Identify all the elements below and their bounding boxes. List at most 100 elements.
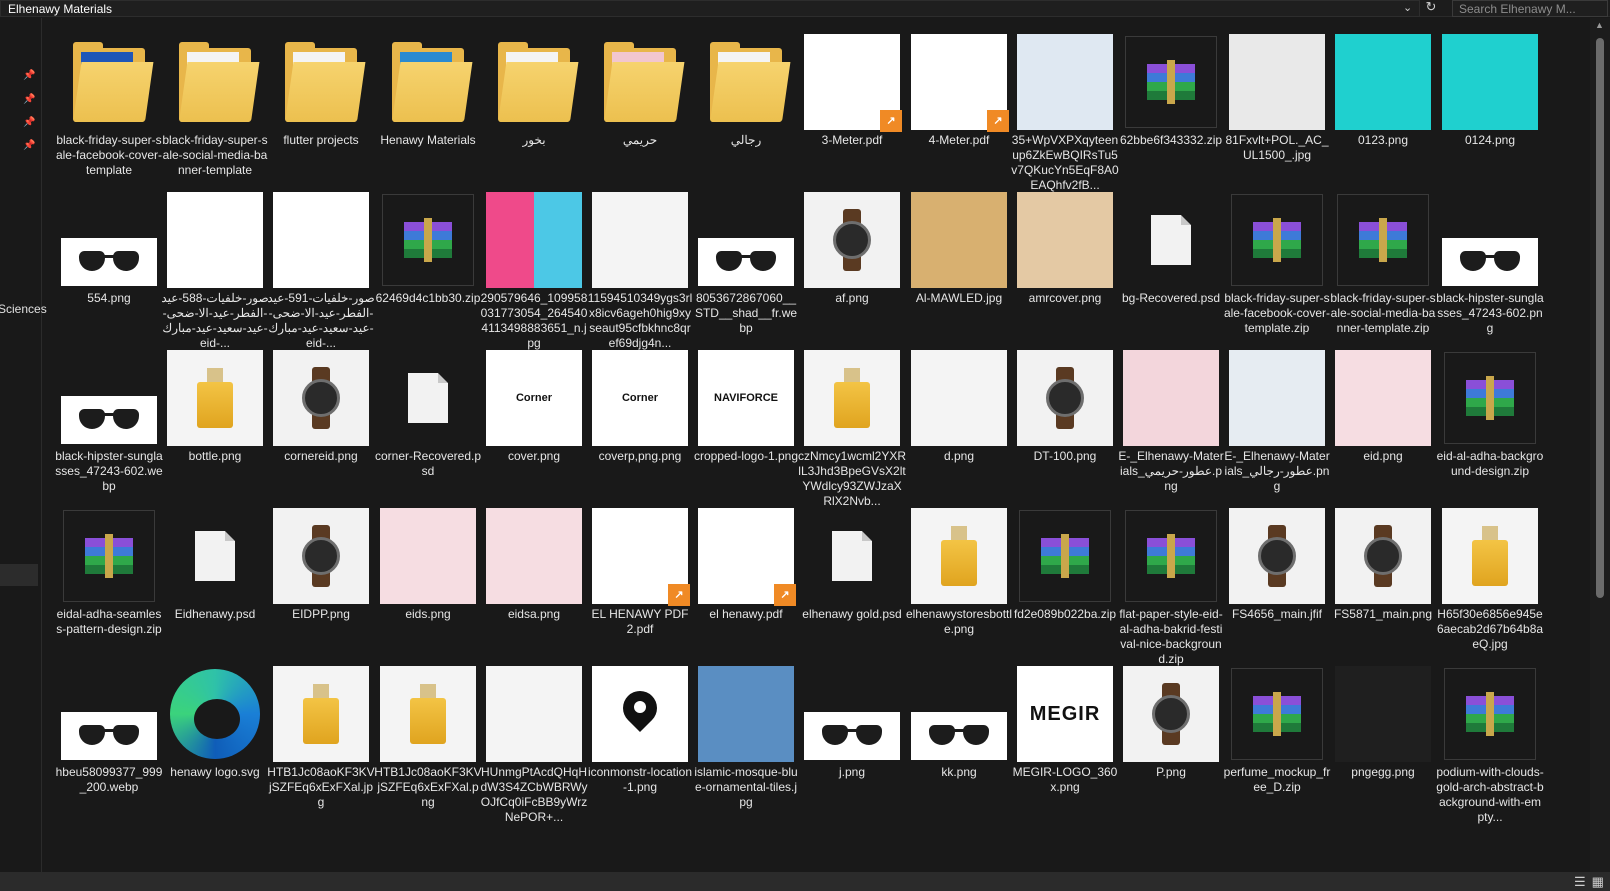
- file-item[interactable]: 11594510349ygs3rlx8icv6ageh0hig9xyseaut9…: [586, 188, 694, 350]
- file-item[interactable]: eidal-adha-seamless-pattern-design.zip: [55, 504, 163, 664]
- file-item[interactable]: HTB1Jc08aoKF3KVjSZFEq6xExFXal.jpg: [267, 662, 375, 822]
- archive-frame: [1444, 668, 1536, 760]
- file-item[interactable]: henawy logo.svg: [161, 662, 269, 822]
- file-item[interactable]: Al-MAWLED.jpg: [905, 188, 1013, 348]
- file-item[interactable]: ↗ 3-Meter.pdf: [798, 30, 906, 190]
- nav-item-sciences[interactable]: Sciences: [0, 302, 47, 316]
- file-item[interactable]: Corner coverp,png.png: [586, 346, 694, 506]
- file-item[interactable]: بخور: [480, 30, 588, 190]
- file-item[interactable]: DT-100.png: [1011, 346, 1119, 506]
- address-bar[interactable]: Elhenawy Materials ⌄: [0, 0, 1420, 17]
- sunglasses-image: [1460, 251, 1520, 273]
- file-item[interactable]: black-hipster-sunglasses_47243-602.webp: [55, 346, 163, 506]
- file-item[interactable]: pngegg.png: [1329, 662, 1437, 822]
- chevron-down-icon[interactable]: ⌄: [1403, 1, 1412, 14]
- file-item[interactable]: MEGIR MEGIR-LOGO_360x.png: [1011, 662, 1119, 822]
- scroll-up-icon[interactable]: ▲: [1595, 20, 1604, 30]
- file-item[interactable]: 8053672867060__STD__shad__fr.webp: [692, 188, 800, 348]
- file-item[interactable]: eid.png: [1329, 346, 1437, 506]
- vertical-scrollbar[interactable]: ▲: [1590, 18, 1610, 872]
- folder-front: [179, 62, 260, 122]
- file-item[interactable]: ↗ 4-Meter.pdf: [905, 30, 1013, 190]
- file-item[interactable]: j.png: [798, 662, 906, 822]
- file-item[interactable]: Corner cover.png: [480, 346, 588, 506]
- file-item[interactable]: czNmcy1wcml2YXRlL3Jhd3BpeGVsX2ltYWdlcy93…: [798, 346, 906, 508]
- sunglasses-image: [822, 725, 882, 747]
- file-name: Henawy Materials: [380, 133, 476, 147]
- file-item[interactable]: flutter projects: [267, 30, 375, 190]
- file-item[interactable]: E-_Elhenawy-Materials_عطور-رجالي.png: [1223, 346, 1331, 506]
- file-thumbnail: [1017, 34, 1113, 130]
- file-item[interactable]: amrcover.png: [1011, 188, 1119, 348]
- file-item[interactable]: d.png: [905, 346, 1013, 506]
- file-item[interactable]: bg-Recovered.psd: [1117, 188, 1225, 348]
- file-item[interactable]: perfume_mockup_free_D.zip: [1223, 662, 1331, 822]
- file-item[interactable]: elhenawy gold.psd: [798, 504, 906, 664]
- search-input[interactable]: Search Elhenawy M...: [1452, 0, 1608, 17]
- file-item[interactable]: eidsa.png: [480, 504, 588, 664]
- file-item[interactable]: eid-al-adha-background-design.zip: [1436, 346, 1544, 506]
- file-item[interactable]: bottle.png: [161, 346, 269, 506]
- file-thumbnail: ↗: [804, 34, 902, 132]
- file-item[interactable]: 62469d4c1bb30.zip: [374, 188, 482, 348]
- file-item[interactable]: cornereid.png: [267, 346, 375, 506]
- file-item[interactable]: black-friday-super-sale-facebook-cover-t…: [1223, 188, 1331, 348]
- file-name: amrcover.png: [1028, 291, 1102, 305]
- file-item[interactable]: FS5871_main.png: [1329, 504, 1437, 664]
- file-item[interactable]: E-_Elhenawy-Materials_عطور-حريمي.png: [1117, 346, 1225, 506]
- file-item[interactable]: hbeu58099377_999_200.webp: [55, 662, 163, 822]
- file-name: black-hipster-sunglasses_47243-602.png: [1436, 291, 1544, 335]
- file-item[interactable]: H65f30e6856e945e6aecab2d67b64b8aeQ.jpg: [1436, 504, 1544, 664]
- folder-icon: [179, 42, 260, 122]
- scrollbar-thumb[interactable]: [1596, 38, 1604, 598]
- file-item[interactable]: flat-paper-style-eid-al-adha-bakrid-fest…: [1117, 504, 1225, 666]
- file-item[interactable]: elhenawystoresbottle.png: [905, 504, 1013, 664]
- file-item[interactable]: HUnmgPtAcdQHqHdW3S4ZCbWBRWyOJfCq0iFcBB9y…: [480, 662, 588, 824]
- file-item[interactable]: P.png: [1117, 662, 1225, 822]
- file-item[interactable]: رجالي: [692, 30, 800, 190]
- bottle-cap: [207, 368, 223, 382]
- file-item[interactable]: 62bbe6f343332.zip: [1117, 30, 1225, 190]
- file-item[interactable]: af.png: [798, 188, 906, 348]
- view-toggle: ☰ ▦: [1568, 874, 1604, 890]
- file-item[interactable]: 290579646_109958031773054_26454041134988…: [480, 188, 588, 350]
- file-item[interactable]: islamic-mosque-blue-ornamental-tiles.jpg: [692, 662, 800, 822]
- file-item[interactable]: black-friday-super-sale-social-media-ban…: [161, 30, 269, 190]
- nav-item-selected[interactable]: [0, 564, 38, 586]
- file-item[interactable]: iconmonstr-location-1.png: [586, 662, 694, 822]
- file-item[interactable]: Eidhenawy.psd: [161, 504, 269, 664]
- file-item[interactable]: 0123.png: [1329, 30, 1437, 190]
- pin-icon[interactable]: 📌: [23, 117, 35, 128]
- pin-icon[interactable]: 📌: [23, 140, 35, 151]
- bottle-body: [941, 540, 977, 586]
- file-item[interactable]: حريمي: [586, 30, 694, 190]
- pin-icon[interactable]: 📌: [23, 70, 35, 81]
- file-item[interactable]: kk.png: [905, 662, 1013, 822]
- file-item[interactable]: 35+WpVXPXqyteenup6ZkEwBQIRsTu5v7QKucYn5E…: [1011, 30, 1119, 192]
- file-item[interactable]: ↗ EL HENAWY PDF 2.pdf: [586, 504, 694, 664]
- file-item[interactable]: corner-Recovered.psd: [374, 346, 482, 506]
- file-item[interactable]: Henawy Materials: [374, 30, 482, 190]
- file-item[interactable]: black-friday-super-sale-facebook-cover-t…: [55, 30, 163, 190]
- breadcrumb-current-folder[interactable]: Elhenawy Materials: [8, 2, 112, 16]
- file-item[interactable]: FS4656_main.jfif: [1223, 504, 1331, 664]
- file-item[interactable]: HTB1Jc08aoKF3KVjSZFEq6xExFXal.png: [374, 662, 482, 822]
- file-item[interactable]: EIDPP.png: [267, 504, 375, 664]
- file-item[interactable]: podium-with-clouds-gold-arch-abstract-ba…: [1436, 662, 1544, 824]
- details-view-icon[interactable]: ☰: [1574, 874, 1586, 889]
- file-item[interactable]: black-hipster-sunglasses_47243-602.png: [1436, 188, 1544, 348]
- file-item[interactable]: fd2e089b022ba.zip: [1011, 504, 1119, 664]
- file-thumbnail: [61, 396, 157, 444]
- refresh-icon[interactable]: ↻: [1423, 0, 1439, 16]
- file-item[interactable]: NAVIFORCE cropped-logo-1.png: [692, 346, 800, 506]
- file-item[interactable]: صور-خلفيات-591-عيد-الفطر-عيد-الا-ضحى-عيد…: [267, 188, 375, 350]
- file-item[interactable]: 554.png: [55, 188, 163, 348]
- large-icons-view-icon[interactable]: ▦: [1592, 874, 1604, 889]
- pin-icon[interactable]: 📌: [23, 94, 35, 105]
- file-item[interactable]: ↗ el henawy.pdf: [692, 504, 800, 664]
- file-item[interactable]: 81Fxvlt+POL._AC_UL1500_.jpg: [1223, 30, 1331, 190]
- file-item[interactable]: eids.png: [374, 504, 482, 664]
- file-item[interactable]: صور-خلفيات-588-عيد-الفطر-عيد-الا-ضحى-عيد…: [161, 188, 269, 350]
- file-item[interactable]: 0124.png: [1436, 30, 1544, 190]
- file-item[interactable]: black-friday-super-sale-social-media-ban…: [1329, 188, 1437, 348]
